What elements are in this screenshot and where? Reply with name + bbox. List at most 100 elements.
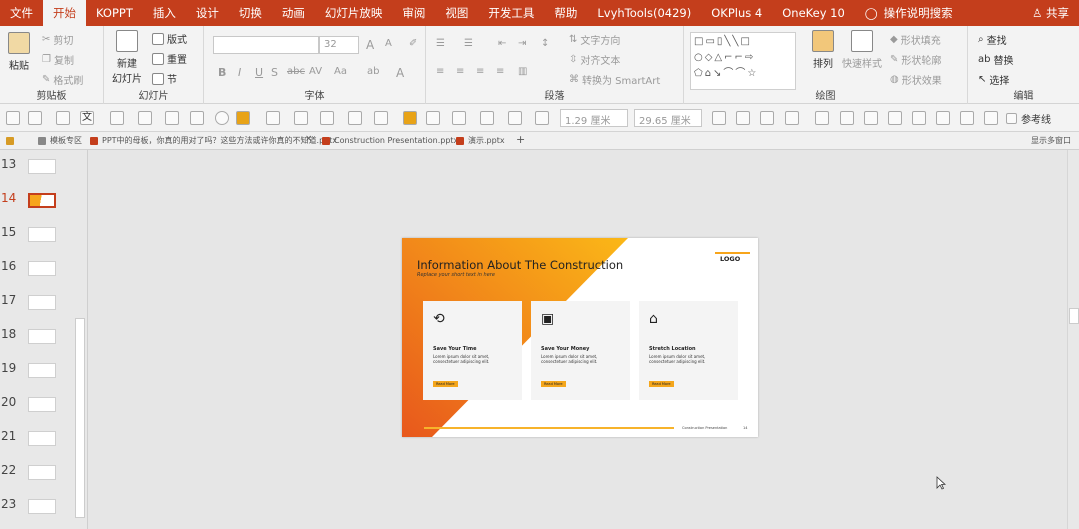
thumbnail-17[interactable]: 17: [0, 286, 74, 320]
tab-onekey[interactable]: OneKey 10: [772, 0, 855, 26]
toolbar-tool-25[interactable]: [840, 111, 854, 125]
thumbnail-15[interactable]: 15: [0, 218, 74, 252]
font-color-button[interactable]: A: [396, 66, 404, 80]
find-button[interactable]: ⌕ 查找: [978, 32, 1007, 47]
toolbar-tool-19[interactable]: [535, 111, 549, 125]
share-button[interactable]: ♙ 共享: [1032, 0, 1069, 26]
shape-effects-button[interactable]: ◍ 形状效果: [890, 72, 942, 87]
change-case-button[interactable]: Aa: [334, 66, 347, 77]
shrink-font-button[interactable]: A: [385, 38, 392, 49]
clear-format-button[interactable]: ✐: [409, 38, 417, 49]
toolbar-tool-23[interactable]: [785, 111, 799, 125]
thumbnail-scroll-thumb[interactable]: [75, 318, 85, 518]
toolbar-tool-27[interactable]: [888, 111, 902, 125]
smartart-button[interactable]: ⌘ 转换为 SmartArt: [569, 72, 660, 87]
slide-title[interactable]: Information About The Construction: [417, 258, 623, 272]
shape-outline-button[interactable]: ✎ 形状轮廓: [890, 52, 941, 67]
toolbar-tool-8[interactable]: [215, 111, 229, 125]
new-tab-icon[interactable]: +: [516, 133, 525, 146]
tab-view[interactable]: 视图: [435, 0, 478, 26]
toolbar-tool-13[interactable]: [348, 111, 362, 125]
quick-styles-button[interactable]: 快速样式: [842, 30, 882, 70]
shadow-button[interactable]: S: [271, 66, 278, 79]
tab-developer[interactable]: 开发工具: [478, 0, 544, 26]
doc-tab-new[interactable]: [4, 134, 18, 148]
justify-button[interactable]: ≡: [496, 66, 504, 77]
font-name-combo[interactable]: [213, 36, 319, 54]
select-button[interactable]: ↖ 选择: [978, 72, 1009, 87]
card-save-money[interactable]: ▣ Save Your Money Lorem ipsum dolor sit …: [531, 301, 630, 400]
slide-subtitle[interactable]: Replace your short text in here: [417, 272, 495, 278]
cut-button[interactable]: ✂ 剪切: [42, 32, 73, 47]
close-tab-icon[interactable]: ×: [305, 134, 313, 144]
tab-home[interactable]: 开始: [43, 0, 86, 26]
align-right-button[interactable]: ≡: [476, 66, 484, 77]
columns-button[interactable]: ▥: [518, 66, 527, 77]
align-text-button[interactable]: ⇳ 对齐文本: [569, 52, 620, 67]
card-stretch-location[interactable]: ⌂ Stretch Location Lorem ipsum dolor sit…: [639, 301, 738, 400]
toolbar-tool-18[interactable]: [508, 111, 522, 125]
read-more-button[interactable]: Read More: [433, 381, 458, 387]
doc-tab-demo[interactable]: 演示.pptx: [454, 134, 505, 148]
italic-button[interactable]: I: [238, 66, 241, 79]
paste-button[interactable]: 粘贴: [8, 32, 30, 72]
toolbar-tool-10[interactable]: [266, 111, 280, 125]
chart-tool[interactable]: [403, 111, 417, 125]
tell-me-box[interactable]: ◯ 操作说明搜索: [855, 5, 963, 21]
strike-button[interactable]: abc: [287, 66, 305, 77]
toolbar-tool-20[interactable]: [712, 111, 726, 125]
grow-font-button[interactable]: A: [366, 38, 374, 52]
toolbar-tool-5[interactable]: [138, 111, 152, 125]
bullets-button[interactable]: ☰: [436, 38, 445, 49]
line-spacing-button[interactable]: ↕: [541, 38, 549, 49]
tab-transitions[interactable]: 切换: [229, 0, 272, 26]
arrange-button[interactable]: 排列: [812, 30, 834, 70]
increase-indent-button[interactable]: ⇥: [518, 38, 526, 49]
tab-design[interactable]: 设计: [186, 0, 229, 26]
toolbar-tool-1[interactable]: [6, 111, 20, 125]
toolbar-tool-3[interactable]: [56, 111, 70, 125]
toolbar-tool-4[interactable]: [110, 111, 124, 125]
vertical-scrollbar[interactable]: [1067, 150, 1079, 529]
text-tool[interactable]: 文: [80, 111, 94, 125]
toolbar-tool-28[interactable]: [912, 111, 926, 125]
tab-insert[interactable]: 插入: [143, 0, 186, 26]
format-painter-button[interactable]: ✎ 格式刷: [42, 72, 83, 87]
copy-button[interactable]: ❐ 复制: [42, 52, 74, 67]
underline-button[interactable]: U: [255, 66, 263, 79]
vertical-scroll-thumb[interactable]: [1069, 308, 1079, 324]
toolbar-tool-14[interactable]: [374, 111, 388, 125]
thumbnail-14[interactable]: 14: [0, 184, 74, 218]
font-size-combo[interactable]: 32: [319, 36, 359, 54]
toolbar-tool-16[interactable]: [452, 111, 466, 125]
thumbnail-13[interactable]: 13: [0, 150, 74, 184]
tab-lvyhtools[interactable]: LvyhTools(0429): [587, 0, 701, 26]
toolbar-tool-24[interactable]: [815, 111, 829, 125]
toolbar-tool-22[interactable]: [760, 111, 774, 125]
toolbar-tool-26[interactable]: [864, 111, 878, 125]
doc-tab-master-article[interactable]: PPT中的母板，你真的用对了吗？这些方法或许你真的不知道.pptx: [88, 134, 337, 148]
toolbar-tool-12[interactable]: [320, 111, 334, 125]
layout-button[interactable]: 版式: [152, 31, 187, 46]
slide-canvas[interactable]: Information About The Construction Repla…: [89, 150, 1067, 529]
read-more-button[interactable]: Read More: [649, 381, 674, 387]
logo-text[interactable]: LOGO: [720, 255, 740, 263]
char-spacing-button[interactable]: AV: [309, 66, 322, 77]
tab-review[interactable]: 审阅: [392, 0, 435, 26]
thumbnail-22[interactable]: 22: [0, 456, 74, 490]
numbering-button[interactable]: ☰: [464, 38, 473, 49]
thumbnail-21[interactable]: 21: [0, 422, 74, 456]
highlight-button[interactable]: ab: [367, 66, 379, 77]
shapes-gallery[interactable]: □▭▯╲╲□ ○◇△⌐⌐⇨ ⬠⌂↘⌒⌒☆: [690, 32, 796, 90]
reset-button[interactable]: 重置: [152, 51, 187, 66]
tab-help[interactable]: 帮助: [544, 0, 587, 26]
thumbnail-23[interactable]: 23: [0, 490, 74, 524]
slide-14[interactable]: Information About The Construction Repla…: [402, 238, 758, 437]
decrease-indent-button[interactable]: ⇤: [498, 38, 506, 49]
read-more-button[interactable]: Read More: [541, 381, 566, 387]
card-save-time[interactable]: ⟲ Save Your Time Lorem ipsum dolor sit a…: [423, 301, 522, 400]
tab-okplus[interactable]: OKPlus 4: [701, 0, 772, 26]
section-button[interactable]: 节: [152, 71, 177, 86]
thumbnail-20[interactable]: 20: [0, 388, 74, 422]
toolbar-tool-15[interactable]: [426, 111, 440, 125]
